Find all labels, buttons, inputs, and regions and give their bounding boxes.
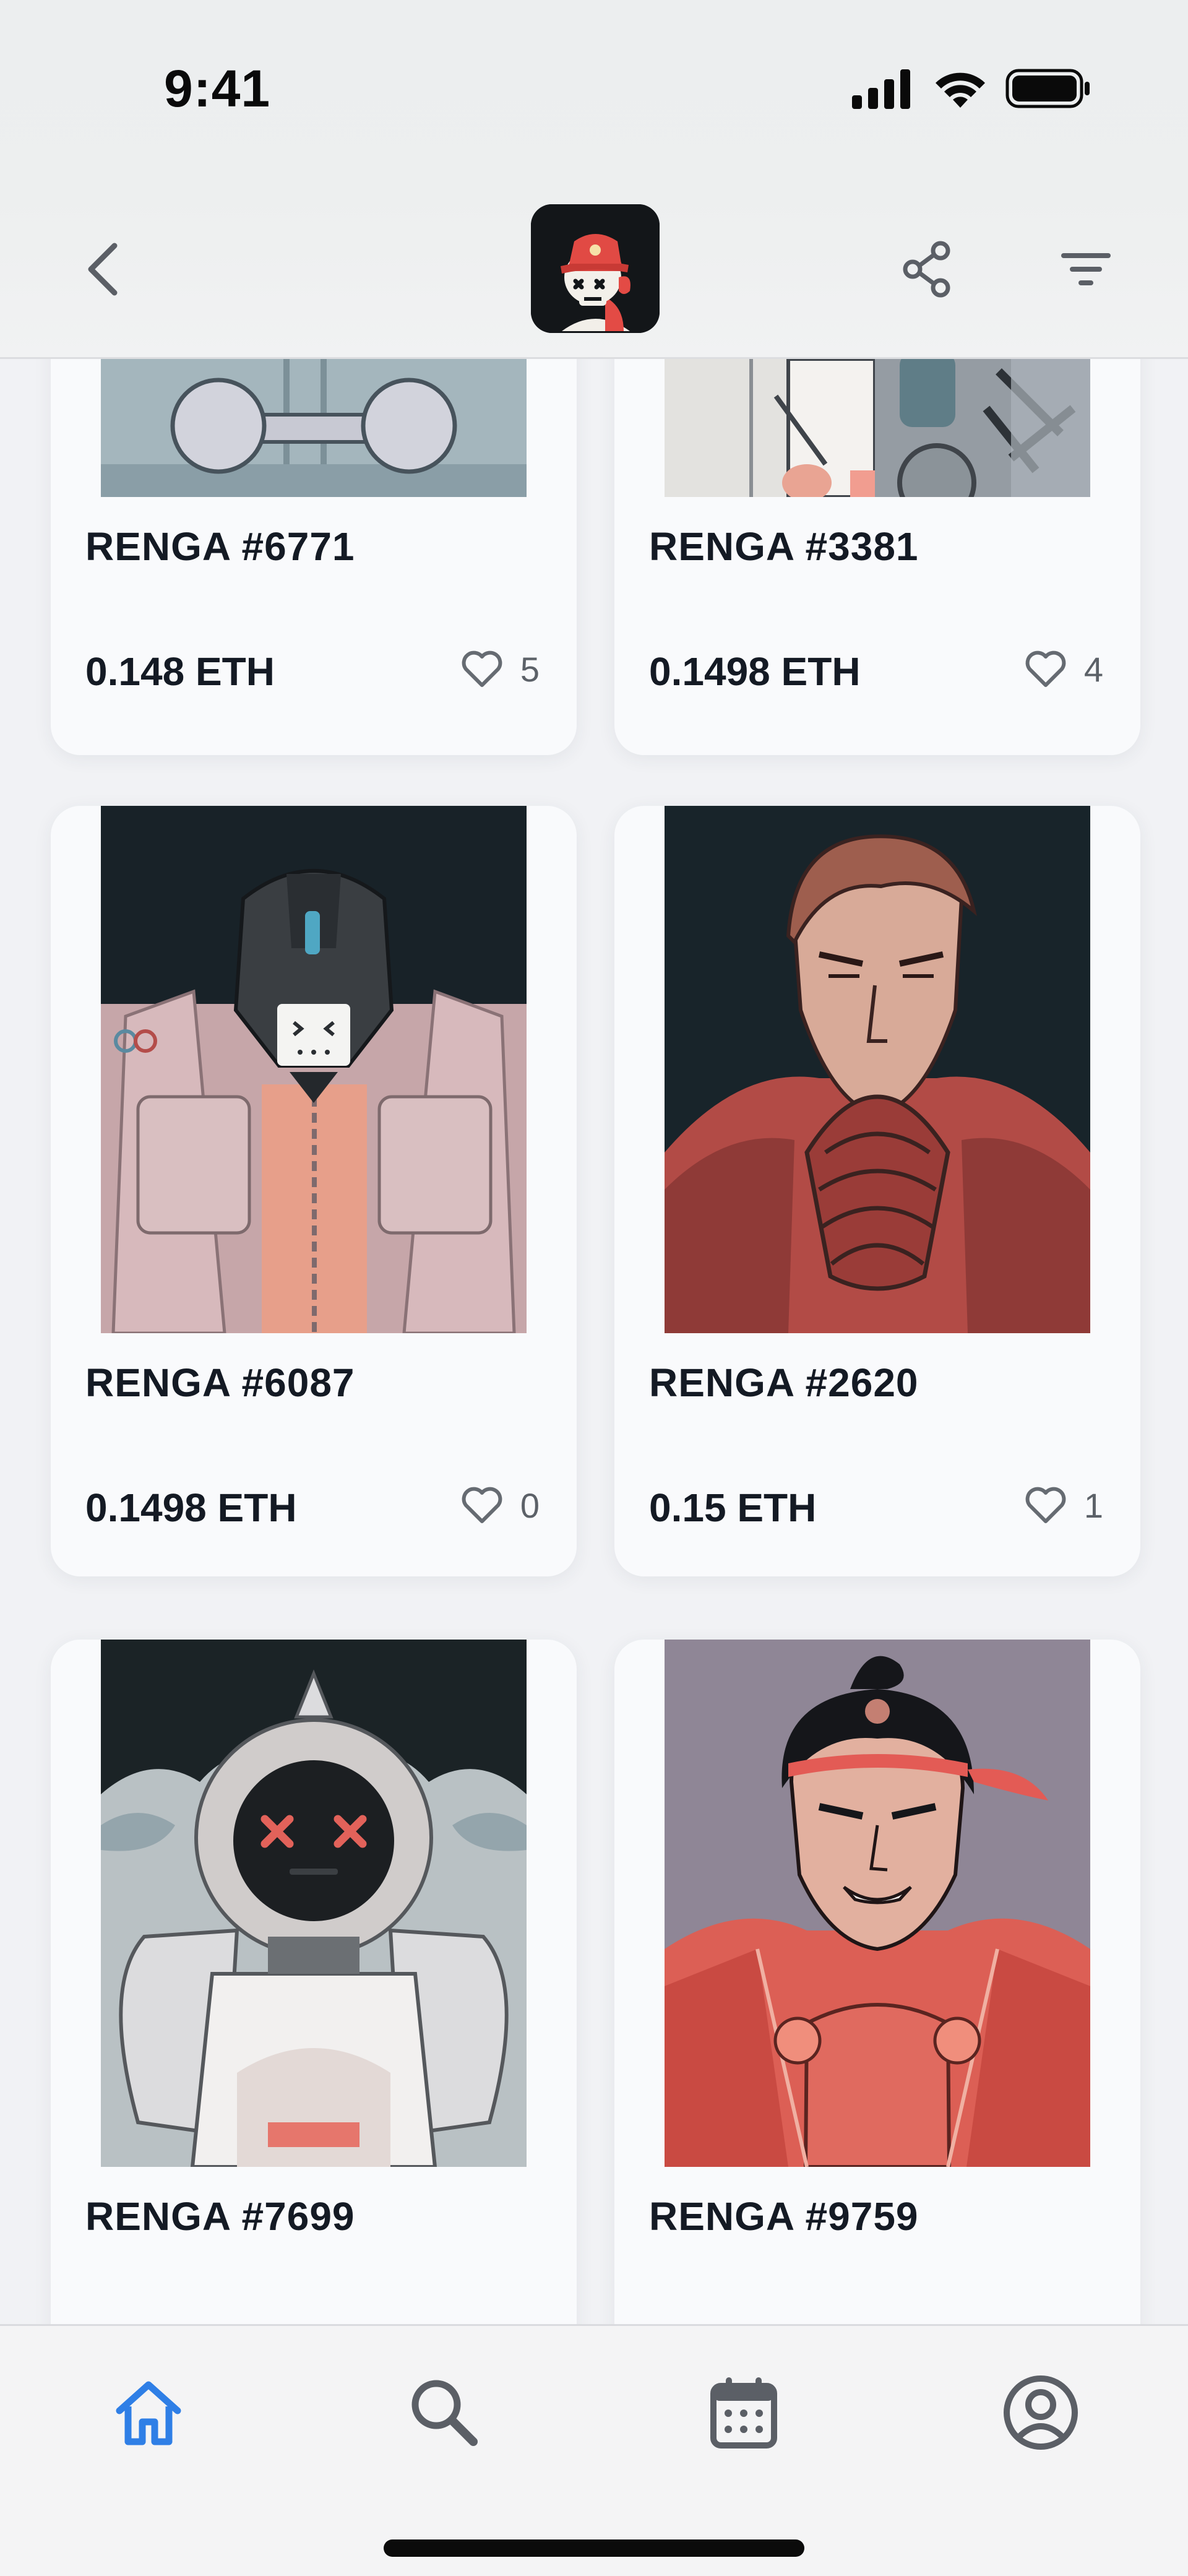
nft-price: 0.15 ETH (649, 1485, 817, 1530)
nft-card[interactable]: RENGA #6087 0.1498 ETH 0 (51, 806, 577, 1576)
nft-title: RENGA #6087 (85, 1360, 355, 1405)
like-count: 4 (1083, 649, 1103, 689)
like-control[interactable]: 4 (1023, 647, 1103, 691)
like-count: 1 (1083, 1485, 1103, 1525)
status-time: 9:41 (164, 59, 271, 118)
nft-card[interactable]: RENGA #2620 0.15 ETH 1 (614, 806, 1140, 1576)
nft-image (101, 359, 527, 497)
calendar-icon (710, 2377, 777, 2448)
share-button[interactable] (897, 238, 959, 300)
tab-profile[interactable] (997, 2369, 1084, 2456)
filter-button[interactable] (1055, 244, 1117, 294)
heart-icon (462, 650, 502, 687)
profile-icon (1004, 2375, 1078, 2450)
heart-icon (1025, 1487, 1066, 1523)
like-control[interactable]: 0 (460, 1484, 540, 1527)
nft-title: RENGA #6771 (85, 524, 355, 569)
nft-price: 0.1498 ETH (85, 1485, 297, 1530)
filter-icon (1061, 253, 1111, 285)
nft-card[interactable]: RENGA #7699 (51, 1640, 577, 2324)
top-header: 9:41 (0, 0, 1188, 359)
chevron-left-icon (88, 243, 118, 296)
tab-calendar[interactable] (700, 2369, 787, 2456)
home-icon (116, 2381, 181, 2445)
tab-home[interactable] (105, 2369, 192, 2456)
home-indicator (384, 2539, 804, 2557)
nft-card[interactable]: RENGA #6771 0.148 ETH 5 (51, 359, 577, 755)
heart-icon (1025, 650, 1066, 687)
back-button[interactable] (77, 238, 133, 300)
nft-grid[interactable]: RENGA #6771 0.148 ETH 5 RENGA #3381 0.14… (0, 359, 1188, 2324)
share-icon (903, 241, 950, 298)
like-count: 0 (520, 1485, 540, 1525)
nft-image (665, 1640, 1090, 2167)
nft-title: RENGA #3381 (649, 524, 919, 569)
like-control[interactable]: 1 (1023, 1484, 1103, 1527)
nft-image (665, 359, 1090, 497)
search-icon (411, 2380, 478, 2446)
cellular-signal-icon (852, 69, 910, 109)
nft-price: 0.1498 ETH (649, 649, 861, 694)
wifi-icon (936, 72, 985, 108)
nft-price: 0.148 ETH (85, 649, 275, 694)
nft-image (101, 806, 527, 1333)
nft-card[interactable]: RENGA #3381 0.1498 ETH 4 (614, 359, 1140, 755)
nft-title: RENGA #7699 (85, 2194, 355, 2239)
nft-image (101, 1640, 527, 2167)
nft-title: RENGA #9759 (649, 2194, 919, 2239)
tab-search[interactable] (401, 2369, 488, 2456)
collection-logo[interactable] (531, 204, 660, 333)
skull-avatar-icon (531, 204, 660, 333)
nft-image (665, 806, 1090, 1333)
nft-card[interactable]: RENGA #9759 (614, 1640, 1140, 2324)
like-control[interactable]: 5 (460, 647, 540, 691)
like-count: 5 (520, 649, 540, 689)
nft-title: RENGA #2620 (649, 1360, 919, 1405)
tab-bar (0, 2324, 1188, 2576)
battery-icon (1005, 69, 1090, 108)
heart-icon (462, 1487, 502, 1523)
